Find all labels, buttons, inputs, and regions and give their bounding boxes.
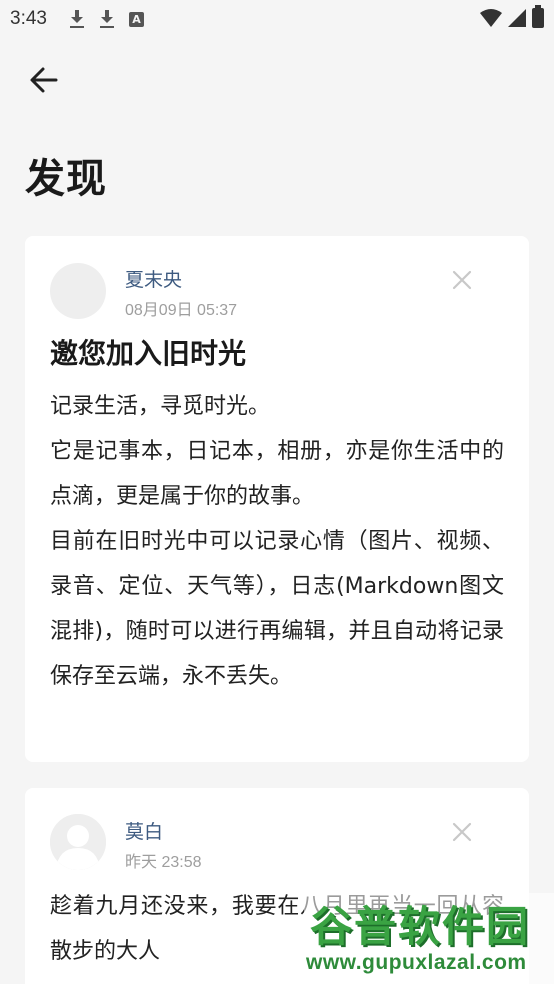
notification-icons: A	[69, 9, 144, 29]
back-button[interactable]	[24, 60, 64, 100]
arrow-left-icon	[30, 67, 58, 93]
post-body: 记录生活，寻觅时光。 它是记事本，日记本，相册，亦是你生活中的点滴，更是属于你的…	[50, 384, 504, 699]
status-bar: 3:43 A	[0, 0, 554, 38]
post-paragraph: 记录生活，寻觅时光。	[50, 394, 271, 419]
a-icon: A	[128, 11, 144, 27]
close-icon	[452, 270, 472, 290]
post-date: 昨天 23:58	[125, 854, 202, 871]
post-header: 莫白 昨天 23:58	[50, 788, 504, 896]
download-icon	[69, 9, 85, 29]
wifi-icon	[480, 9, 502, 27]
close-icon	[452, 822, 472, 842]
post-paragraph: 它是记事本，日记本，相册，亦是你生活中的点滴，更是属于你的故事。	[50, 439, 504, 509]
dismiss-button[interactable]	[448, 266, 476, 294]
download-icon	[99, 9, 115, 29]
avatar[interactable]	[50, 263, 106, 319]
battery-icon	[532, 5, 544, 28]
watermark-url: www.gupuxlazal.com	[306, 951, 527, 974]
post-date: 08月09日 05:37	[125, 302, 238, 319]
page-title: 发现	[25, 156, 107, 202]
system-icons	[480, 5, 544, 28]
author-name[interactable]: 夏末央	[125, 265, 182, 292]
dismiss-button[interactable]	[448, 818, 476, 846]
default-avatar-icon	[50, 814, 106, 870]
signal-icon	[508, 9, 526, 27]
post-card[interactable]: 夏末央 08月09日 05:37 邀您加入旧时光 记录生活，寻觅时光。 它是记事…	[25, 236, 529, 762]
status-time: 3:43	[10, 8, 47, 29]
avatar[interactable]	[50, 814, 106, 870]
author-name[interactable]: 莫白	[125, 817, 163, 844]
watermark-brand: 谷普软件园	[310, 902, 531, 951]
post-header: 夏末央 08月09日 05:37	[50, 236, 504, 344]
post-paragraph: 目前在旧时光中可以记录心情（图片、视频、录音、定位、天气等），日志(Markdo…	[50, 529, 504, 689]
watermark: 谷普软件园 www.gupuxlazal.com	[304, 893, 554, 984]
